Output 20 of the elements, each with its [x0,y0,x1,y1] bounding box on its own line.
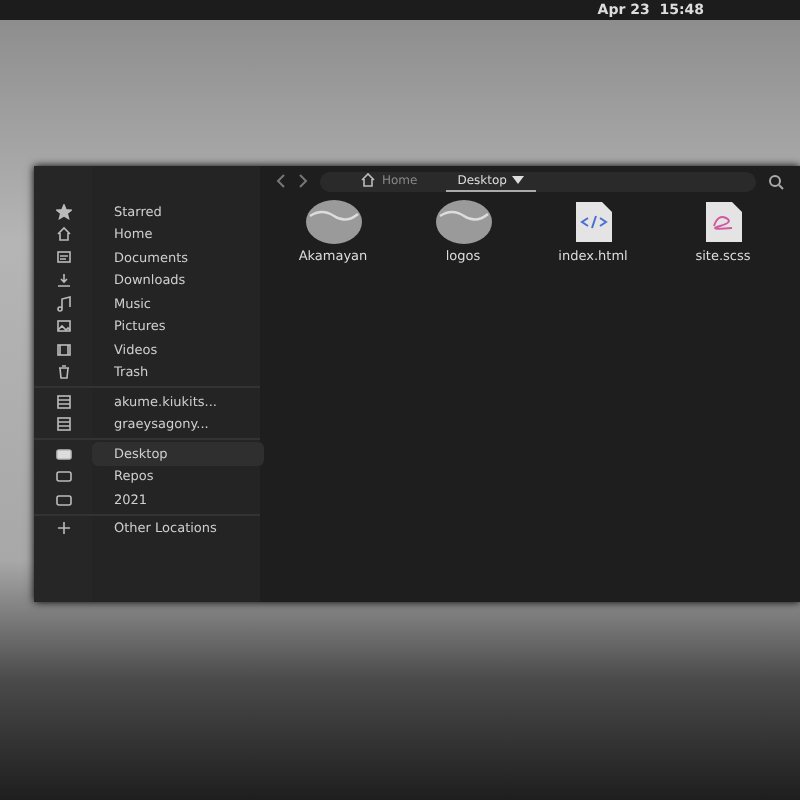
plus-icon [55,520,71,537]
server-icon [55,416,71,433]
folder-icon [435,200,491,244]
trash-icon [55,364,71,381]
forward-icon[interactable] [298,174,308,188]
download-icon [55,272,71,289]
server-icon [55,393,71,410]
picture-icon [55,318,71,335]
folder-icon [305,200,361,244]
home-icon [55,226,71,243]
caret-icon [512,176,525,184]
film-icon [55,341,71,358]
back-icon[interactable] [276,174,286,188]
document-icon [55,249,71,266]
star-icon [55,203,71,220]
stylesheet-file-icon [701,200,745,244]
home-icon [360,172,376,188]
music-icon [55,295,71,312]
code-file-icon [571,200,615,244]
search-icon[interactable] [768,173,784,189]
